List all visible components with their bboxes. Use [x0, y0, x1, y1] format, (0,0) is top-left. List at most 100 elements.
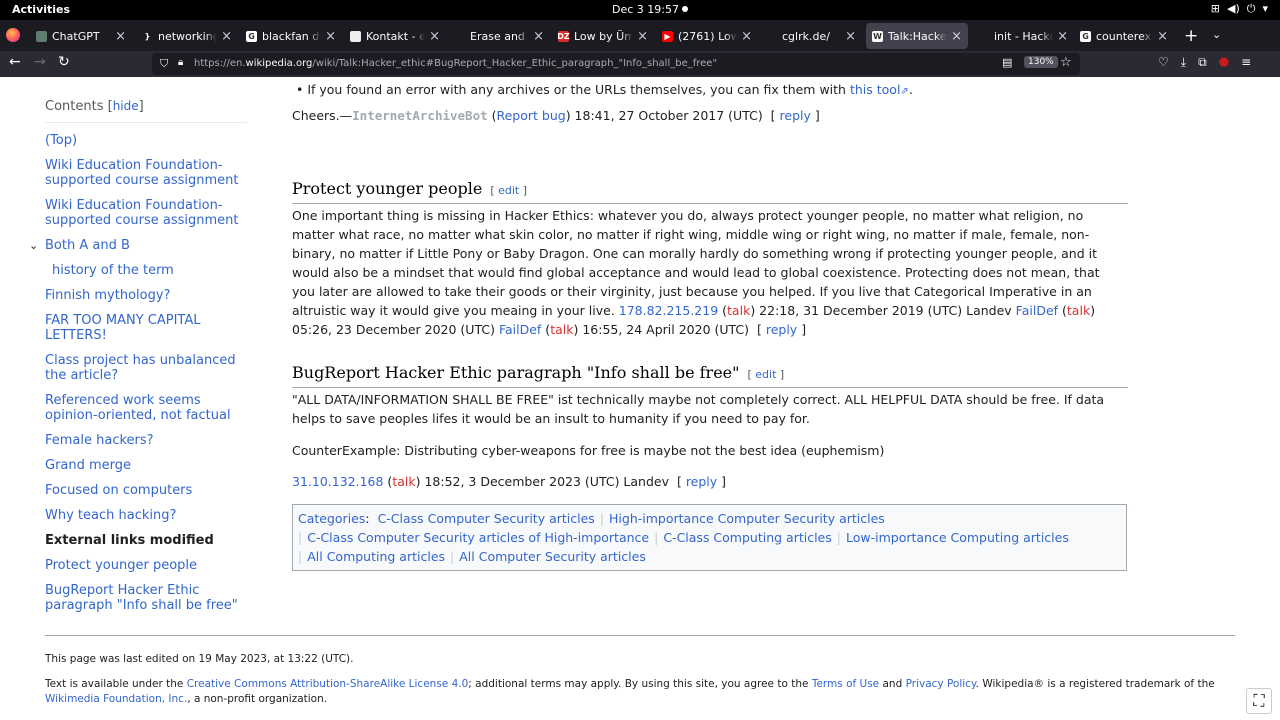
category-link[interactable]: C-Class Computing articles [663, 530, 831, 545]
close-tab-icon[interactable]: × [1057, 29, 1068, 44]
reply-link[interactable]: reply [780, 108, 811, 123]
browser-tab[interactable]: Gcounterexampl × [1074, 23, 1174, 49]
close-tab-icon[interactable]: × [533, 29, 544, 44]
privacy-policy-link[interactable]: Privacy Policy [906, 678, 976, 690]
toc-hide-link[interactable]: hide [113, 99, 139, 113]
toc-item[interactable]: Wiki Education Foundation-supported cour… [45, 198, 250, 228]
toc-item[interactable]: Finnish mythology? [45, 288, 250, 303]
close-tab-icon[interactable]: × [637, 29, 648, 44]
categories-link[interactable]: Categories [298, 511, 365, 526]
edit-section-link[interactable]: edit [498, 184, 519, 197]
toc-item[interactable]: Why teach hacking? [45, 508, 250, 523]
tab-favicon-icon: W [872, 30, 883, 42]
close-tab-icon[interactable]: × [1157, 29, 1168, 44]
extensions-icon[interactable]: ⧉ [1198, 55, 1207, 70]
browser-tab[interactable]: W Talk:Hacker eth× [866, 23, 968, 49]
browser-tab[interactable]: ▶ (2761) Low by U× [656, 23, 758, 49]
lock-icon[interactable]: 🔒︎ [178, 57, 183, 68]
browser-tab[interactable]: init - HackersC× [972, 23, 1074, 49]
category-link[interactable]: High-importance Computer Security articl… [609, 511, 885, 526]
toc-item[interactable]: history of the term [45, 263, 250, 278]
terms-of-use-link[interactable]: Terms of Use [812, 678, 879, 690]
close-tab-icon[interactable]: × [429, 29, 440, 44]
browser-tab[interactable]: ChatGPT × [30, 23, 132, 49]
pocket-icon[interactable]: ♡ [1158, 55, 1169, 70]
toc-item[interactable]: Class project has unbalanced the article… [45, 353, 250, 383]
category-link[interactable]: C-Class Computer Security articles [378, 511, 595, 526]
browser-tab[interactable]: cglrk.de/ × [760, 23, 862, 49]
browser-tab[interactable]: Gblackfan diamo× [240, 23, 342, 49]
toc-item[interactable]: Grand merge [45, 458, 250, 473]
toc-item-label: Both A and B [45, 238, 130, 253]
close-tab-icon[interactable]: × [325, 29, 336, 44]
system-tray[interactable]: ⊞ ◀) ⏻ ▾ [1211, 2, 1268, 16]
toc-item[interactable]: Focused on computers [45, 483, 250, 498]
faildef-user-link[interactable]: FailDef [499, 322, 541, 337]
fullscreen-icon[interactable]: ⛶ [1246, 688, 1272, 714]
browser-tab[interactable]: DZ Low by Ümla× [552, 23, 654, 49]
clock[interactable]: Dec 3 19:57 [612, 3, 679, 16]
close-tab-icon[interactable]: × [115, 29, 126, 44]
category-link[interactable]: C-Class Computer Security articles of Hi… [307, 530, 649, 545]
category-link[interactable]: Low-importance Computing articles [846, 530, 1069, 545]
bookmark-star-icon[interactable]: ☆ [1060, 55, 1072, 70]
browser-tab[interactable]: Kontakt - erkla× [344, 23, 446, 49]
ip-user-link[interactable]: 178.82.215.219 [619, 303, 718, 318]
toc-item-label: history of the term [52, 263, 174, 278]
toc-item[interactable]: Female hackers? [45, 433, 250, 448]
zoom-level[interactable]: 130% [1024, 56, 1058, 68]
toc-item-label: Wiki Education Foundation-supported cour… [45, 158, 239, 188]
toc-item[interactable]: Referenced work seems opinion-oriented, … [45, 393, 250, 423]
close-tab-icon[interactable]: × [845, 29, 856, 44]
talk-link[interactable]: talk [550, 322, 573, 337]
tab-title: counterexampl [1096, 29, 1153, 43]
close-tab-icon[interactable]: × [951, 29, 962, 44]
license-text: Text is available under the Creative Com… [45, 678, 1215, 705]
ip-user-link[interactable]: 31.10.132.168 [292, 474, 383, 489]
activities-button[interactable]: Activities [12, 3, 70, 16]
edit-section-link[interactable]: edit [755, 368, 776, 381]
wikimedia-foundation-link[interactable]: Wikimedia Foundation, Inc. [45, 693, 187, 705]
browser-tab[interactable]: } networking - W× [136, 23, 238, 49]
talk-link[interactable]: talk [1067, 303, 1090, 318]
talk-link[interactable]: talk [392, 474, 415, 489]
new-tab-button[interactable]: + [1184, 26, 1198, 46]
bot-user-link[interactable]: InternetArchiveBot [352, 108, 487, 123]
toc-item[interactable]: External links modified [45, 533, 250, 548]
reader-view-icon[interactable]: ▤ [1002, 56, 1012, 69]
toc-item[interactable]: Wiki Education Foundation-supported cour… [45, 158, 250, 188]
toc-item[interactable]: FAR TOO MANY CAPITAL LETTERS! [45, 313, 250, 343]
url-text[interactable]: https://en.wikipedia.org/wiki/Talk:Hacke… [194, 58, 717, 69]
this-tool-link[interactable]: this tool [850, 82, 900, 97]
talk-link[interactable]: talk [727, 303, 750, 318]
faildef-user-link[interactable]: FailDef [1016, 303, 1058, 318]
category-link[interactable]: All Computer Security articles [459, 549, 646, 564]
close-tab-icon[interactable]: × [741, 29, 752, 44]
list-all-tabs-button[interactable]: ⌄ [1212, 28, 1221, 41]
reply-link[interactable]: reply [686, 474, 717, 489]
reload-icon[interactable]: ↻ [58, 54, 70, 70]
category-link[interactable]: All Computing articles [307, 549, 445, 564]
tab-title: (2761) Low by U [678, 29, 738, 43]
close-tab-icon[interactable]: × [221, 29, 232, 44]
forward-icon[interactable]: → [34, 54, 46, 70]
firefox-view-icon[interactable] [6, 28, 20, 42]
chevron-down-icon[interactable]: ⌄ [29, 238, 38, 253]
tab-favicon-icon: DZ [557, 30, 570, 42]
url-bar[interactable]: ⛉ 🔒︎ https://en.wikipedia.org/wiki/Talk:… [152, 53, 1080, 75]
back-icon[interactable]: ← [9, 54, 21, 70]
toc-item[interactable]: BugReport Hacker Ethic paragraph "Info s… [45, 583, 250, 613]
cc-license-link[interactable]: Creative Commons Attribution-ShareAlike … [187, 678, 469, 690]
report-bug-link[interactable]: Report bug [496, 108, 565, 123]
browser-tab[interactable]: Erase and refor × [448, 23, 550, 49]
downloads-icon[interactable]: ⤓ [1181, 55, 1186, 70]
toc-item[interactable]: Protect younger people [45, 558, 250, 573]
hamburger-menu-icon[interactable]: ≡ [1241, 55, 1251, 70]
tab-favicon-icon: } [142, 30, 153, 42]
tracking-protection-icon[interactable]: ⛉ [160, 57, 168, 71]
ublock-icon[interactable]: ⬣ [1219, 55, 1229, 70]
toc-item[interactable]: (Top) [45, 133, 250, 148]
reply-link[interactable]: reply [766, 322, 797, 337]
external-link-icon: ⇗ [900, 86, 909, 97]
toc-item[interactable]: ⌄ Both A and B [29, 238, 250, 253]
